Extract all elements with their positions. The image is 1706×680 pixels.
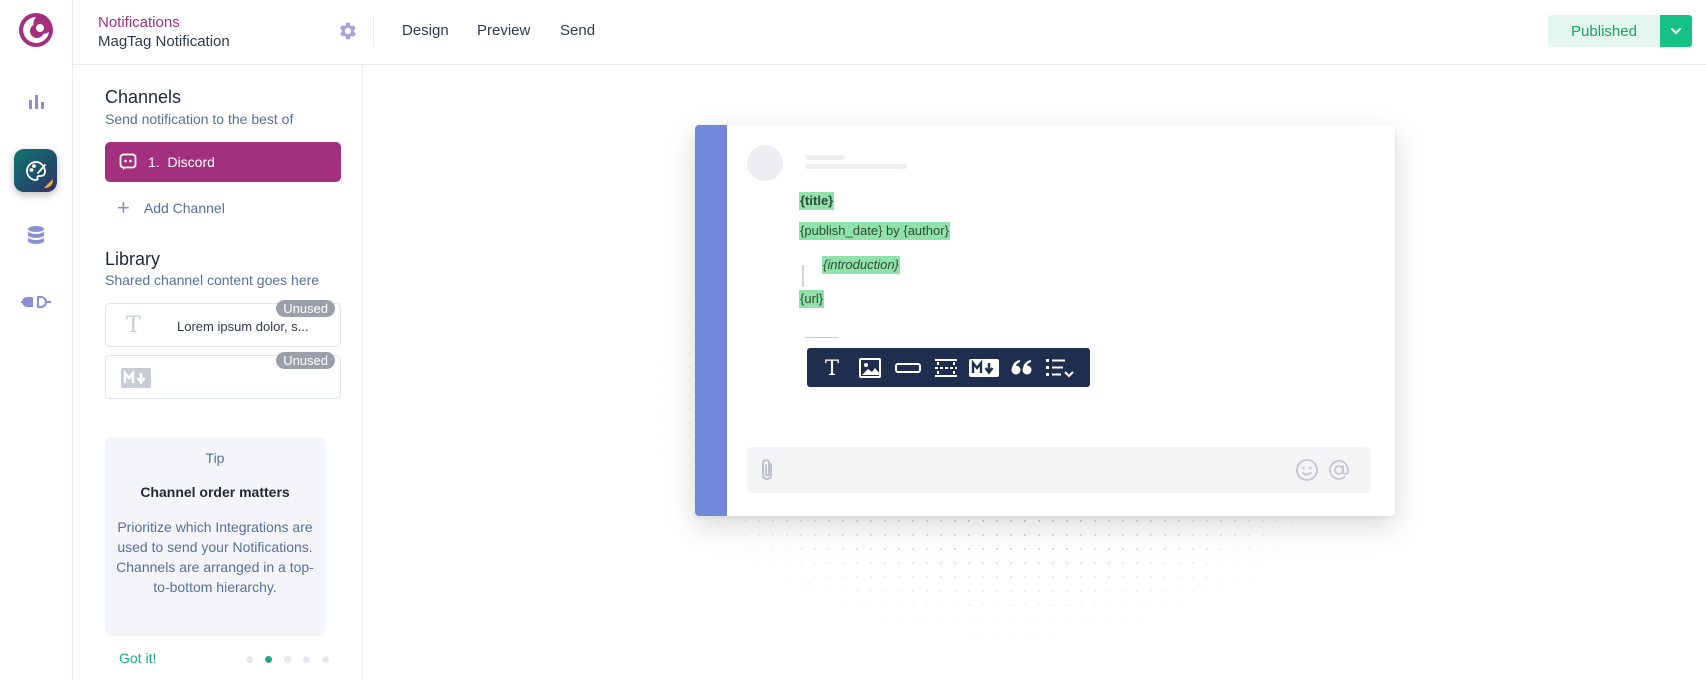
author-placeholder (805, 155, 845, 160)
library-title: Library (105, 249, 161, 269)
tip-page-dot[interactable] (303, 656, 310, 663)
tab-preview[interactable]: Preview (477, 22, 530, 39)
divider-line (805, 337, 839, 338)
tab-send[interactable]: Send (560, 22, 595, 39)
chevron-down-icon (1671, 28, 1681, 35)
block-toolbar: T (807, 348, 1090, 387)
tip-page-dot[interactable] (246, 656, 253, 663)
discord-icon (119, 153, 137, 170)
channels-title: Channels (105, 87, 182, 107)
header-divider (373, 16, 374, 46)
quote-bar (802, 265, 804, 287)
unused-badge: Unused (276, 300, 335, 317)
integrations-nav[interactable] (14, 280, 57, 323)
unused-badge: Unused (276, 352, 335, 369)
mention-icon[interactable] (1327, 458, 1351, 482)
top-header: Notifications MagTag Notification Design… (73, 0, 1706, 65)
meta-variable[interactable]: {publish_date} by {author} (799, 222, 950, 240)
library-item-text[interactable]: T Lorem ipsum dolor, s... Unused (105, 300, 341, 347)
title-variable[interactable]: {title} (799, 192, 835, 210)
url-variable[interactable]: {url} (799, 290, 825, 308)
app-root: Notifications MagTag Notification Design… (0, 0, 1706, 680)
tip-page-dot-active[interactable] (265, 656, 272, 663)
tip-pagination (246, 656, 329, 663)
markdown-block-icon (969, 358, 999, 377)
library-item-preview: Lorem ipsum dolor, s... (177, 319, 309, 334)
divider-block-button[interactable] (931, 353, 961, 383)
library-subtitle: Shared channel content goes here (105, 272, 320, 288)
emoji-icon[interactable] (1295, 458, 1319, 482)
text-block-icon: T (126, 313, 141, 338)
divider-block-icon (935, 358, 957, 377)
analytics-icon (28, 94, 44, 109)
design-canvas: {title} {publish_date} by {author} {intr… (364, 66, 1706, 680)
button-block-button[interactable] (893, 353, 923, 383)
avatar-placeholder (747, 145, 783, 181)
channel-item-label: 1. Discord (148, 154, 215, 170)
quote-block-icon (1011, 359, 1032, 374)
add-channel-label: Add Channel (143, 200, 225, 216)
tip-page-dot[interactable] (322, 656, 329, 663)
designer-icon (25, 160, 46, 181)
attachment-icon[interactable] (759, 458, 777, 482)
notification-title: MagTag Notification (98, 33, 230, 50)
message-input[interactable] (747, 447, 1371, 493)
discord-accent-bar (695, 125, 727, 516)
image-block-icon (859, 357, 881, 378)
tip-heading: Tip (205, 450, 225, 466)
add-channel-button[interactable]: + Add Channel (117, 196, 225, 220)
text-block-icon: T (824, 355, 839, 380)
data-icon (27, 225, 44, 244)
button-block-icon (895, 362, 921, 373)
library-item-markdown[interactable]: Unused (105, 352, 341, 399)
gear-icon[interactable] (336, 20, 358, 42)
timestamp-placeholder (805, 164, 907, 169)
list-block-button[interactable] (1045, 353, 1075, 383)
channels-subtitle: Send notification to the best of (105, 111, 294, 127)
nav-rail (0, 0, 73, 680)
list-block-icon (1046, 358, 1074, 377)
designer-nav[interactable] (14, 149, 57, 192)
data-nav[interactable] (14, 214, 57, 257)
publish-options-button[interactable] (1660, 15, 1692, 47)
markdown-block-button[interactable] (969, 353, 999, 383)
text-block-button[interactable]: T (817, 353, 847, 383)
discord-preview-card: {title} {publish_date} by {author} {intr… (695, 125, 1395, 516)
logo-icon[interactable] (17, 11, 55, 49)
breadcrumb-notifications[interactable]: Notifications (98, 14, 180, 31)
tab-design[interactable]: Design (402, 22, 449, 39)
image-block-button[interactable] (855, 353, 885, 383)
tip-body: Prioritize which Integrations are used t… (116, 519, 314, 595)
plus-icon: + (117, 195, 130, 220)
tip-card: Tip Channel order matters Prioritize whi… (105, 437, 325, 636)
channel-item-discord[interactable]: 1. Discord (105, 142, 341, 182)
quote-block-button[interactable] (1007, 353, 1037, 383)
introduction-variable[interactable]: {introduction} (822, 256, 900, 274)
published-button[interactable]: Published (1548, 15, 1660, 47)
tip-title: Channel order matters (140, 484, 290, 500)
analytics-nav[interactable] (14, 80, 57, 123)
markdown-icon (121, 368, 151, 388)
got-it-button[interactable]: Got it! (119, 650, 156, 666)
integrations-icon (20, 295, 51, 308)
channels-panel: Channels Send notification to the best o… (73, 66, 363, 680)
tip-page-dot[interactable] (284, 656, 291, 663)
